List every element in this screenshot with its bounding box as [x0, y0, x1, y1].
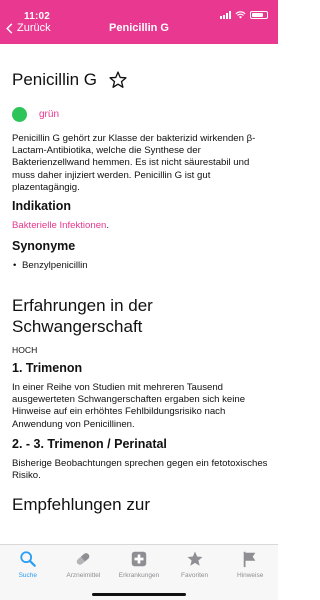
pill-icon: [77, 553, 90, 565]
page-title: Penicillin G: [12, 70, 98, 89]
tab-drugs-label: Arzneimittel: [66, 572, 101, 579]
status-time: 11:02: [24, 11, 51, 22]
category-label: grün: [39, 108, 60, 120]
tab-search-label: Suche: [18, 572, 38, 579]
flag-icon: [243, 551, 256, 568]
favorite-star-icon[interactable]: [108, 70, 128, 90]
category-badge: grün: [12, 104, 268, 124]
tab-diseases-label: Erkrankungen: [118, 572, 160, 579]
recommendations-heading: Empfehlungen zur: [12, 495, 150, 515]
trimester1-text: In einer Reihe von Studien mit mehreren …: [12, 382, 246, 430]
nav-header: 11:02 Zurück Penicillin G: [0, 0, 278, 44]
trimester23-heading: 2. - 3. Trimenon / Perinatal: [12, 436, 167, 451]
indication-suffix: .: [106, 220, 110, 232]
drug-description: Penicillin G gehört zur Klasse der bakte…: [12, 133, 256, 193]
drug-detail-content: Penicillin G grün Penicillin G gehört zu…: [12, 44, 268, 515]
indication-link[interactable]: Bakterielle Infektionen: [12, 220, 106, 231]
title-row: Penicillin G: [12, 68, 268, 92]
tab-notes-label: Hinweise: [236, 572, 264, 579]
category-dot: [12, 106, 27, 122]
status-icons: [220, 11, 268, 19]
chevron-left-icon: [6, 22, 13, 34]
home-indicator: [92, 593, 186, 596]
signal-icon: [220, 11, 231, 19]
back-button[interactable]: Zurück: [6, 22, 51, 34]
tab-favorites-label: Favoriten: [181, 572, 209, 579]
pregnancy-heading: Erfahrungen in der Schwangerschaft: [12, 296, 153, 337]
trimester23-text: Bisherige Beobachtungen sprechen gegen e…: [12, 457, 268, 482]
back-label: Zurück: [17, 22, 51, 34]
synonyms-heading: Synonyme: [12, 239, 76, 254]
medical-cross-icon: [131, 551, 147, 567]
trimester1-heading: 1. Trimenon: [12, 361, 83, 376]
star-icon: [187, 551, 203, 566]
tab-bar: Suche Arzneimittel Erkrankungen Favorite…: [0, 544, 278, 600]
search-icon: [20, 551, 36, 567]
experience-level: HOCH: [12, 345, 38, 356]
synonym-item: Benzylpenicillin: [12, 260, 268, 271]
wifi-icon: [235, 11, 246, 19]
tab-notes[interactable]: Hinweise: [223, 550, 278, 600]
indication-heading: Indikation: [12, 199, 72, 214]
indication-line: Bakterielle Infektionen.: [12, 220, 268, 231]
battery-icon: [250, 11, 268, 19]
tab-search[interactable]: Suche: [0, 550, 55, 600]
